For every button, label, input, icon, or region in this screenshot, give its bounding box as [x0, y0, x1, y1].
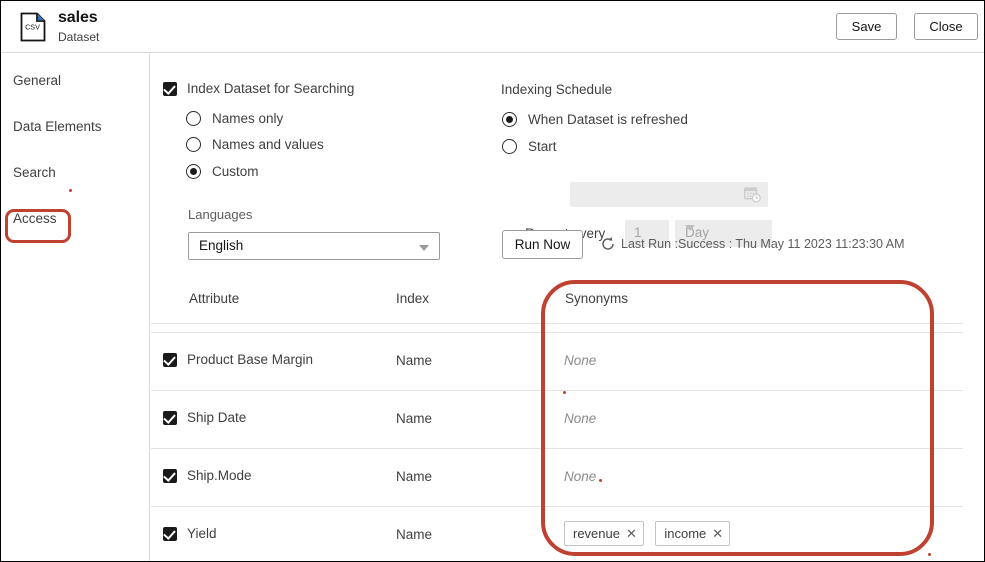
- row-synonyms-cell[interactable]: None: [564, 468, 596, 486]
- close-button[interactable]: Close: [914, 13, 978, 40]
- row-index-cell: Name: [396, 411, 433, 426]
- calendar-clock-icon: [744, 187, 761, 203]
- languages-selected-value: English: [199, 238, 244, 253]
- sidebar-item-access[interactable]: Access: [13, 211, 57, 226]
- sidebar-item-data-elements[interactable]: Data Elements: [13, 119, 102, 134]
- row-synonyms-cell[interactable]: None: [564, 352, 596, 370]
- synonym-chip-label: income: [664, 526, 707, 541]
- row-synonyms-none: None: [564, 411, 597, 426]
- last-run-status: Last Run :Success : Thu May 11 2023 11:2…: [621, 237, 905, 251]
- table-row[interactable]: Ship Date Name None: [151, 390, 963, 448]
- indexing-schedule-title: Indexing Schedule: [501, 82, 613, 97]
- radio-custom-label: Custom: [212, 164, 259, 179]
- row-checkbox[interactable]: [163, 526, 177, 541]
- sidebar-nav: General Data Elements Search Access: [1, 54, 150, 561]
- annotation-ink-dot: [928, 553, 931, 556]
- attributes-table: Attribute Index Synonyms Product Base Ma…: [151, 285, 984, 561]
- refresh-icon[interactable]: [600, 236, 616, 252]
- row-attribute-cell[interactable]: Product Base Margin: [163, 352, 313, 367]
- languages-label: Languages: [188, 207, 253, 222]
- main-content: Index Dataset for Searching Names only N…: [151, 54, 984, 561]
- synonym-chip[interactable]: revenue ✕: [564, 521, 644, 546]
- radio-names-and-values[interactable]: [186, 137, 201, 152]
- radio-custom[interactable]: [186, 164, 201, 179]
- radio-start-row[interactable]: Start: [502, 139, 557, 154]
- annotation-ink-dot: [69, 189, 72, 192]
- remove-synonym-icon[interactable]: ✕: [626, 527, 637, 540]
- row-checkbox[interactable]: [163, 410, 177, 425]
- window-header: CSV sales Dataset Save Close: [1, 1, 984, 53]
- table-row[interactable]: Ship.Mode Name None: [151, 448, 963, 506]
- row-attribute-label: Yield: [187, 526, 217, 541]
- row-attribute-label: Ship Date: [187, 410, 247, 425]
- save-button[interactable]: Save: [836, 13, 897, 40]
- chevron-down-icon: [419, 245, 429, 251]
- radio-names-and-values-row[interactable]: Names and values: [186, 137, 324, 152]
- index-dataset-checkbox-row[interactable]: Index Dataset for Searching: [163, 81, 354, 96]
- radio-custom-row[interactable]: Custom: [186, 164, 259, 179]
- row-synonyms-none: None: [564, 469, 597, 484]
- svg-text:CSV: CSV: [25, 23, 40, 32]
- languages-select[interactable]: English: [188, 232, 440, 260]
- chevron-down-icon: [685, 225, 695, 231]
- synonym-chip[interactable]: income ✕: [655, 521, 731, 546]
- row-synonyms-cell[interactable]: revenue ✕ income ✕: [564, 521, 737, 546]
- table-divider: [151, 323, 963, 324]
- radio-names-only[interactable]: [186, 111, 201, 126]
- title-block: sales Dataset: [58, 8, 99, 45]
- row-synonyms-cell[interactable]: None: [564, 410, 596, 428]
- column-header-synonyms: Synonyms: [565, 291, 629, 306]
- radio-start[interactable]: [502, 139, 517, 154]
- annotation-ink-dot: [599, 479, 602, 482]
- row-attribute-cell[interactable]: Yield: [163, 526, 217, 541]
- page-subtitle: Dataset: [58, 30, 100, 44]
- dataset-search-settings-window: CSV sales Dataset Save Close General Dat…: [0, 0, 985, 562]
- radio-names-only-label: Names only: [212, 111, 284, 126]
- radio-when-dataset-refreshed-label: When Dataset is refreshed: [528, 112, 688, 127]
- csv-file-icon: CSV: [20, 12, 46, 42]
- radio-when-refreshed-row[interactable]: When Dataset is refreshed: [502, 112, 688, 127]
- index-dataset-checkbox[interactable]: [163, 81, 177, 96]
- page-title: sales: [58, 9, 98, 26]
- radio-start-label: Start: [528, 139, 557, 154]
- row-checkbox[interactable]: [163, 352, 177, 367]
- synonym-chip-label: revenue: [573, 526, 620, 541]
- row-attribute-cell[interactable]: Ship Date: [163, 410, 246, 425]
- radio-when-dataset-refreshed[interactable]: [502, 112, 517, 127]
- index-dataset-label: Index Dataset for Searching: [187, 81, 355, 96]
- table-row[interactable]: Product Base Margin Name None: [151, 332, 963, 390]
- run-now-button[interactable]: Run Now: [502, 230, 583, 259]
- row-attribute-label: Ship.Mode: [187, 468, 252, 483]
- start-date-input[interactable]: [570, 182, 768, 207]
- column-header-index: Index: [396, 291, 430, 306]
- sidebar-item-search[interactable]: Search: [13, 165, 56, 180]
- row-synonyms-none: None: [564, 353, 597, 368]
- remove-synonym-icon[interactable]: ✕: [712, 527, 723, 540]
- row-checkbox[interactable]: [163, 468, 177, 483]
- sidebar-item-general[interactable]: General: [13, 73, 61, 88]
- radio-names-only-row[interactable]: Names only: [186, 111, 283, 126]
- table-row[interactable]: Yield Name revenue ✕ income ✕: [151, 506, 963, 561]
- row-index-cell: Name: [396, 527, 433, 542]
- row-index-cell: Name: [396, 353, 433, 368]
- radio-names-and-values-label: Names and values: [212, 137, 324, 152]
- row-attribute-cell[interactable]: Ship.Mode: [163, 468, 252, 483]
- annotation-ink-dot: [563, 391, 566, 394]
- row-index-cell: Name: [396, 469, 433, 484]
- row-attribute-label: Product Base Margin: [187, 352, 314, 367]
- column-header-attribute: Attribute: [189, 291, 240, 306]
